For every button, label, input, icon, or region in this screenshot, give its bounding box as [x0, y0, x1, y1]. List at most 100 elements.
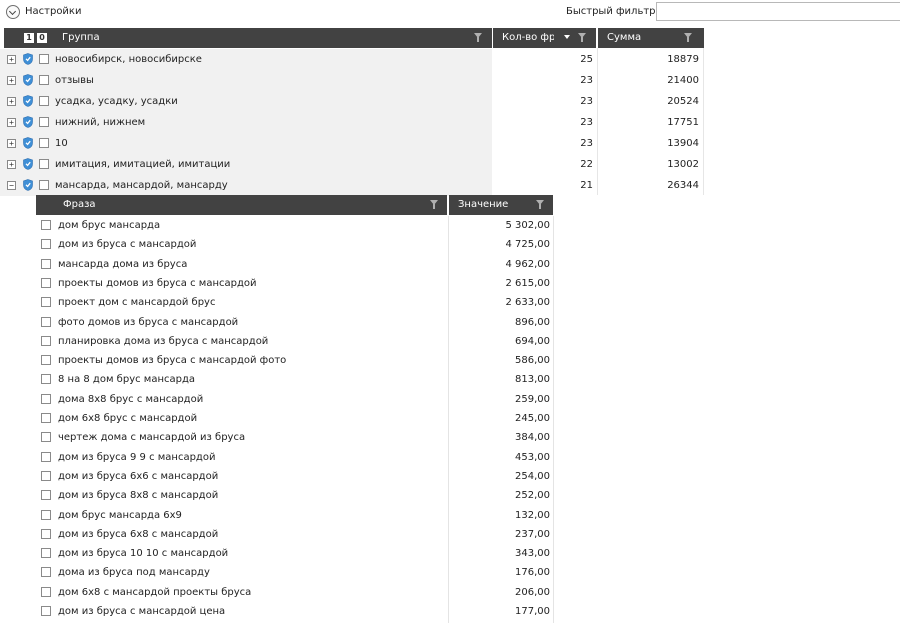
group-name: нижний, нижнем	[55, 117, 146, 128]
phrase-filter-icon[interactable]	[430, 200, 438, 209]
group-row[interactable]: + нижний, нижнем 23 17751	[0, 112, 704, 133]
phrase-text: фото домов из бруса с мансардой	[58, 316, 239, 328]
phrase-row[interactable]: проекты домов из бруса с мансардой 2 615,…	[36, 274, 554, 293]
phrase-checkbox[interactable]	[41, 239, 51, 250]
group-name: мансарда, мансардой, мансарду	[55, 180, 228, 191]
phrase-checkbox[interactable]	[41, 355, 51, 366]
phrase-row[interactable]: дома 8х8 брус с мансардой 259,00	[36, 390, 554, 409]
group-row[interactable]: + усадка, усадку, усадки 23 20524	[0, 91, 704, 112]
expand-icon[interactable]: +	[7, 97, 16, 106]
row-background	[0, 133, 492, 154]
phrase-checkbox[interactable]	[41, 567, 51, 578]
shield-check-icon	[23, 53, 33, 65]
phrase-row[interactable]: дом из бруса 6х8 с мансардой 237,00	[36, 525, 554, 544]
group-row[interactable]: + новосибирск, новосибирске 25 18879	[0, 49, 704, 70]
sum-filter-icon[interactable]	[684, 33, 692, 42]
group-count: 21	[580, 180, 593, 191]
value-column-header[interactable]: Значение	[449, 195, 553, 215]
phrase-row[interactable]: проект дом с мансардой брус 2 633,00	[36, 293, 554, 312]
header-box-1[interactable]: 1	[24, 33, 34, 43]
phrase-row[interactable]: планировка дома из бруса с мансардой 694,…	[36, 332, 554, 351]
count-filter-icon[interactable]	[578, 33, 586, 42]
group-checkbox[interactable]	[39, 96, 49, 106]
phrase-checkbox[interactable]	[41, 258, 51, 269]
phrase-row[interactable]: дом 6х8 с мансардой проекты бруса 206,00	[36, 583, 554, 602]
group-checkbox[interactable]	[39, 180, 49, 190]
phrase-checkbox[interactable]	[41, 220, 51, 230]
expand-icon[interactable]: +	[7, 76, 16, 85]
phrase-row[interactable]: дом из бруса 10 10 с мансардой 343,00	[36, 544, 554, 563]
header-box-0[interactable]: 0	[37, 33, 47, 43]
phrase-column-header[interactable]: Фраза	[36, 195, 447, 215]
phrase-row[interactable]: дома из бруса под мансарду 176,00	[36, 563, 554, 582]
phrase-checkbox[interactable]	[41, 528, 51, 539]
phrase-value: 254,00	[515, 470, 550, 482]
group-checkbox[interactable]	[39, 138, 49, 148]
quick-filter-input[interactable]	[656, 2, 900, 21]
phrase-value: 132,00	[515, 509, 550, 521]
phrase-row[interactable]: дом из бруса 8х8 с мансардой 252,00	[36, 486, 554, 505]
phrase-checkbox[interactable]	[41, 432, 51, 443]
value-filter-icon[interactable]	[536, 200, 544, 209]
group-checkbox[interactable]	[39, 117, 49, 127]
group-filter-icon[interactable]	[474, 33, 482, 42]
phrase-row[interactable]: дом брус мансарда 6х9 132,00	[36, 506, 554, 525]
phrase-checkbox[interactable]	[41, 316, 51, 327]
group-checkbox[interactable]	[39, 54, 49, 64]
phrase-text: дом из бруса с мансардой	[58, 239, 197, 251]
phrase-checkbox[interactable]	[41, 586, 51, 597]
phrase-row[interactable]: 8 на 8 дом брус мансарда 813,00	[36, 370, 554, 389]
group-row[interactable]: − мансарда, мансардой, мансарду 21 26344	[0, 175, 704, 196]
phrase-row[interactable]: дом из бруса 6х6 с мансардой 254,00	[36, 467, 554, 486]
phrase-checkbox[interactable]	[41, 413, 51, 423]
phrase-text: дома из бруса под мансарду	[58, 567, 210, 579]
phrase-checkbox[interactable]	[41, 335, 51, 346]
phrase-checkbox[interactable]	[41, 277, 51, 288]
phrase-row[interactable]: дом из бруса 9 9 с мансардой 453,00	[36, 448, 554, 467]
phrase-row[interactable]: проекты домов из бруса с мансардой фото 5…	[36, 351, 554, 370]
phrase-row[interactable]: дом из бруса с мансардой цена 177,00	[36, 602, 554, 621]
sort-desc-icon[interactable]	[564, 35, 570, 39]
phrase-row[interactable]: чертеж дома с мансардой из бруса 384,00	[36, 428, 554, 447]
group-checkbox[interactable]	[39, 75, 49, 85]
collapse-icon[interactable]: −	[7, 181, 16, 190]
phrase-row[interactable]: фото домов из бруса с мансардой 896,00	[36, 313, 554, 332]
group-name: усадка, усадку, усадки	[55, 96, 178, 107]
expand-icon[interactable]: +	[7, 118, 16, 127]
expand-icon[interactable]: +	[7, 160, 16, 169]
phrase-value: 2 633,00	[505, 297, 550, 309]
phrase-checkbox[interactable]	[41, 490, 51, 501]
phrase-checkbox[interactable]	[41, 470, 51, 481]
phrase-row[interactable]: дом брус мансарда 5 302,00	[36, 216, 554, 235]
group-row[interactable]: + отзывы 23 21400	[0, 70, 704, 91]
phrase-checkbox[interactable]	[41, 606, 51, 616]
phrase-value: 384,00	[515, 432, 550, 444]
settings-bar: Настройки Быстрый фильтр:	[0, 0, 900, 24]
settings-expand-icon[interactable]	[6, 5, 20, 19]
count-column-header[interactable]: Кол-во фра	[493, 28, 596, 48]
group-checkbox[interactable]	[39, 159, 49, 169]
settings-label[interactable]: Настройки	[25, 6, 81, 17]
phrase-checkbox[interactable]	[41, 548, 51, 559]
phrase-value: 259,00	[515, 393, 550, 405]
expand-icon[interactable]: +	[7, 55, 16, 64]
phrase-text: проект дом с мансардой брус	[58, 297, 216, 309]
phrase-value: 252,00	[515, 490, 550, 502]
phrase-checkbox[interactable]	[41, 297, 51, 308]
phrase-checkbox[interactable]	[41, 374, 51, 385]
phrase-row[interactable]: дом 6х8 брус с мансардой 245,00	[36, 409, 554, 428]
expand-icon[interactable]: +	[7, 139, 16, 148]
group-column-header[interactable]: 1 0 Группа	[4, 28, 492, 48]
phrase-checkbox[interactable]	[41, 451, 51, 462]
group-row[interactable]: +10 23 13904	[0, 133, 704, 154]
group-row[interactable]: + имитация, имитацией, имитации 22 13002	[0, 154, 704, 175]
sum-column-title: Сумма	[607, 32, 642, 43]
phrase-checkbox[interactable]	[41, 393, 51, 404]
phrase-row[interactable]: дом из бруса с мансардой 4 725,00	[36, 235, 554, 254]
phrase-row[interactable]: мансарда дома из бруса 4 962,00	[36, 255, 554, 274]
phrase-checkbox[interactable]	[41, 509, 51, 520]
group-count: 23	[580, 117, 593, 128]
phrase-value: 177,00	[515, 606, 550, 617]
sum-column-header[interactable]: Сумма	[598, 28, 704, 48]
phrase-text: дом из бруса с мансардой цена	[58, 606, 226, 617]
